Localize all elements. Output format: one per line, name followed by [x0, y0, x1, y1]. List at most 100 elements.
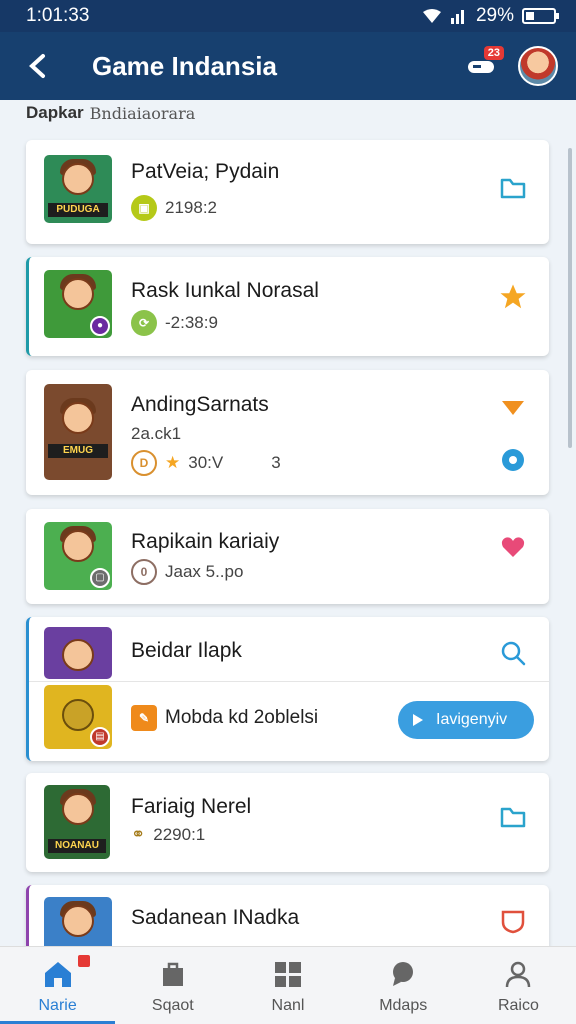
- thumbnail-badge: ●: [90, 316, 110, 336]
- play-icon: [413, 714, 423, 726]
- page-title: Game Indansia: [92, 50, 277, 81]
- home-icon: [42, 959, 74, 989]
- game-title: Fariaig Nerel: [131, 795, 252, 818]
- section-subheader: Dapkar Bndiaiaorara: [26, 100, 195, 126]
- nav-item-store[interactable]: Sqaot: [115, 947, 230, 1024]
- search-icon: [501, 641, 526, 666]
- notifications-button[interactable]: 23: [458, 43, 504, 89]
- heart-icon: [501, 537, 525, 557]
- game-title: Beidar Ilapk: [131, 639, 242, 662]
- home-badge: [78, 955, 90, 967]
- game-title: Rask Iunkal Norasal: [131, 279, 319, 302]
- nav-label: Nanl: [271, 997, 305, 1014]
- shield-button[interactable]: [497, 905, 529, 937]
- game-thumbnail: PUDUGA: [44, 155, 112, 223]
- game-meta-text: 2198:2: [165, 198, 217, 217]
- status-icons: 29%: [422, 5, 559, 27]
- coin-icon: ⚭: [131, 825, 146, 844]
- battery-icon: [522, 8, 559, 24]
- play-button[interactable]: Iavigenyiv: [398, 701, 534, 739]
- game-thumbnail: NOANAU: [44, 785, 110, 859]
- game-meta-text: Jaax 5..po: [165, 562, 244, 581]
- status-bar: 1:01:33 29%: [0, 0, 576, 32]
- card-divider: [29, 681, 549, 682]
- game-subtitle-text: 2a.ck1: [131, 424, 182, 443]
- game-meta-text: -2:38:9: [165, 313, 218, 332]
- game-thumbnail: ▢: [44, 522, 112, 590]
- game-title: AndingSarnats: [131, 393, 269, 416]
- thumbnail-badge: ▢: [90, 568, 110, 588]
- back-arrow-icon: [29, 54, 45, 78]
- star-icon: [500, 284, 526, 309]
- game-card[interactable]: PUDUGA PatVeia; Pydain ▣ 2198:2: [26, 140, 549, 244]
- folder-icon: [500, 178, 526, 199]
- like-button[interactable]: [497, 531, 529, 563]
- notification-badge: 23: [483, 46, 504, 60]
- nav-item-profile[interactable]: Raico: [461, 947, 576, 1024]
- bag-icon: [157, 959, 189, 989]
- expand-button[interactable]: [497, 392, 529, 424]
- game-card[interactable]: ▢ Rapikain kariaiy 0 Jaax 5..po: [26, 509, 549, 604]
- battery-fill: [526, 12, 534, 20]
- thumbnail-label: PUDUGA: [48, 203, 108, 217]
- battery-percent: 29%: [475, 5, 514, 26]
- back-button[interactable]: [18, 46, 58, 86]
- shield-icon: [501, 910, 525, 934]
- game-card[interactable]: EMUG AndingSarnats 2a.ck1 D ★ 30:V 3: [26, 370, 549, 495]
- game-meta-text: Mobda kd 2oblelsi: [165, 707, 319, 728]
- sword-icon: ✎: [131, 705, 157, 731]
- game-meta: ⟳ -2:38:9: [131, 310, 218, 336]
- app-bar: Game Indansia 23: [0, 32, 576, 100]
- game-meta: ✎ Mobda kd 2oblelsi: [131, 705, 318, 731]
- game-title: Rapikain kariaiy: [131, 530, 280, 553]
- game-title: Sadanean INadka: [131, 906, 300, 929]
- coin-icon: D: [131, 450, 157, 476]
- refresh-button[interactable]: [497, 444, 529, 476]
- nav-label: Sqaot: [151, 997, 194, 1014]
- game-meta: ▣ 2198:2: [131, 195, 217, 221]
- game-title: PatVeia; Pydain: [131, 160, 280, 183]
- scrollbar[interactable]: [568, 148, 572, 448]
- play-button-label: Iavigenyiv: [436, 711, 508, 728]
- signal-icon: [450, 10, 464, 24]
- coin-icon: 0: [131, 559, 157, 585]
- game-subtitle: 2a.ck1: [131, 424, 181, 444]
- game-card-expanded[interactable]: Beidar Ilapk ▤ ✎ Mobda kd 2oblelsi Iavig…: [26, 617, 549, 761]
- nav-item-grid[interactable]: Nanl: [230, 947, 345, 1024]
- bottom-nav: Narie Sqaot Nanl Mdaps Raico: [0, 946, 576, 1024]
- game-meta: ⚭ 2290:1: [131, 825, 205, 845]
- map-pin-icon: [387, 959, 419, 989]
- thumbnail-badge: ▤: [90, 727, 110, 747]
- game-meta-text: 30:V: [188, 453, 224, 472]
- status-time: 1:01:33: [26, 5, 90, 26]
- game-meta: 0 Jaax 5..po: [131, 559, 243, 585]
- game-card[interactable]: ● Rask Iunkal Norasal ⟳ -2:38:9: [26, 257, 549, 356]
- avatar[interactable]: [518, 46, 558, 86]
- game-meta-text: 2290:1: [153, 825, 206, 844]
- subheader-label: Dapkar: [26, 103, 84, 122]
- folder-button[interactable]: [497, 801, 529, 833]
- nav-label: Narie: [38, 997, 77, 1014]
- game-meta: D ★ 30:V 3: [131, 450, 281, 476]
- favorite-button[interactable]: [497, 281, 529, 313]
- game-thumbnail: EMUG: [44, 384, 112, 480]
- thumbnail-label: NOANAU: [48, 839, 106, 853]
- nav-item-home[interactable]: Narie: [0, 947, 116, 1024]
- chevron-down-icon: [502, 401, 524, 415]
- game-thumbnail-secondary: ▤: [44, 685, 112, 749]
- coin-icon: ⟳: [131, 310, 157, 336]
- game-thumbnail: ●: [44, 270, 112, 338]
- game-card[interactable]: NOANAU Fariaig Nerel ⚭ 2290:1: [26, 773, 549, 872]
- profile-icon: [502, 959, 534, 989]
- grid-icon: [272, 959, 304, 989]
- wifi-icon: [422, 9, 441, 23]
- rating-star-icon: ★: [165, 453, 181, 472]
- subheader-sub: Bndiaiaorara: [89, 103, 196, 123]
- folder-button[interactable]: [497, 172, 529, 204]
- refresh-icon: [502, 449, 524, 471]
- nav-label: Mdaps: [379, 997, 428, 1014]
- thumbnail-label: EMUG: [48, 444, 108, 458]
- folder-icon: [500, 807, 526, 828]
- nav-item-maps[interactable]: Mdaps: [346, 947, 461, 1024]
- search-button[interactable]: [497, 637, 529, 669]
